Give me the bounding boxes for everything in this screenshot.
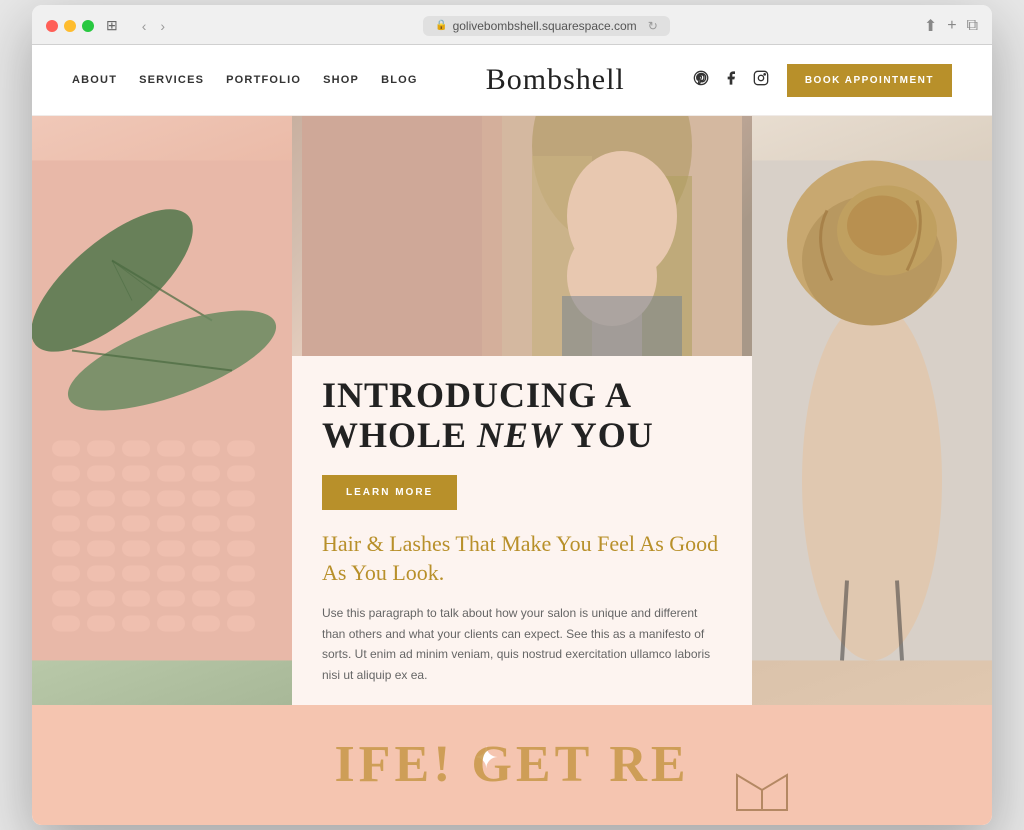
site-nav: ABOUT SERVICES PORTFOLIO SHOP BLOG Bombs… <box>32 45 992 116</box>
close-button[interactable] <box>46 20 58 32</box>
book-decoration <box>732 765 792 815</box>
woman-image <box>292 116 752 356</box>
nav-about[interactable]: ABOUT <box>72 74 117 86</box>
browser-window: ⊞ ‹ › 🔒 golivebombshell.squarespace.com … <box>32 5 992 825</box>
traffic-lights <box>46 20 94 32</box>
woman-photo <box>292 116 752 356</box>
social-icons <box>693 70 769 91</box>
tabs-button[interactable]: ⧉ <box>967 17 978 35</box>
leaf-decoration <box>32 116 292 705</box>
address-bar: 🔒 golivebombshell.squarespace.com ↻ <box>177 15 916 36</box>
book-appointment-button[interactable]: BOOK APPOINTMENT <box>787 64 952 97</box>
nav-blog[interactable]: BLOG <box>381 74 418 86</box>
browser-actions: ⬆ + ⧉ <box>924 16 978 36</box>
browser-nav-group: ‹ › <box>138 16 169 36</box>
facebook-icon[interactable] <box>723 70 739 91</box>
url-text[interactable]: golivebombshell.squarespace.com <box>453 19 637 33</box>
lock-icon: 🔒 <box>435 20 447 31</box>
nav-right: BOOK APPOINTMENT <box>693 64 952 97</box>
pinterest-icon[interactable] <box>693 70 709 91</box>
sidebar-toggle-button[interactable]: ⊞ <box>102 15 122 36</box>
maximize-button[interactable] <box>82 20 94 32</box>
hero-heading: INTRODUCING A WHOLE NEW YOU <box>322 376 722 455</box>
updo-svg <box>752 116 992 705</box>
bottom-section: ✦ IFE! GET RE <box>32 705 992 825</box>
site-logo[interactable]: Bombshell <box>486 63 625 97</box>
new-tab-button[interactable]: + <box>947 17 956 35</box>
browser-chrome: ⊞ ‹ › 🔒 golivebombshell.squarespace.com … <box>32 5 992 45</box>
learn-more-button[interactable]: LEARN MORE <box>322 475 457 510</box>
hero-text-area: INTRODUCING A WHOLE NEW YOU LEARN MORE H… <box>292 356 752 705</box>
website-content: ABOUT SERVICES PORTFOLIO SHOP BLOG Bombs… <box>32 45 992 825</box>
woman-svg <box>292 116 752 356</box>
hero-subtitle: Hair & Lashes That Make You Feel As Good… <box>322 530 722 587</box>
nav-portfolio[interactable]: PORTFOLIO <box>226 74 301 86</box>
leaves-pills-image <box>32 116 292 705</box>
hero-left-image <box>32 116 292 705</box>
back-button[interactable]: ‹ <box>138 16 151 36</box>
hero-description: Use this paragraph to talk about how you… <box>322 603 722 685</box>
bottom-text: IFE! GET RE <box>334 735 689 794</box>
hero-right-image <box>752 116 992 705</box>
instagram-icon[interactable] <box>753 70 769 91</box>
nav-links: ABOUT SERVICES PORTFOLIO SHOP BLOG <box>72 74 418 86</box>
hero-middle: INTRODUCING A WHOLE NEW YOU LEARN MORE H… <box>292 116 752 705</box>
forward-button[interactable]: › <box>156 16 169 36</box>
hero-section: INTRODUCING A WHOLE NEW YOU LEARN MORE H… <box>32 116 992 705</box>
reload-icon[interactable]: ↻ <box>648 19 658 33</box>
share-button[interactable]: ⬆ <box>924 16 937 36</box>
minimize-button[interactable] <box>64 20 76 32</box>
updo-hair-image <box>752 116 992 705</box>
nav-services[interactable]: SERVICES <box>139 74 204 86</box>
nav-shop[interactable]: SHOP <box>323 74 359 86</box>
